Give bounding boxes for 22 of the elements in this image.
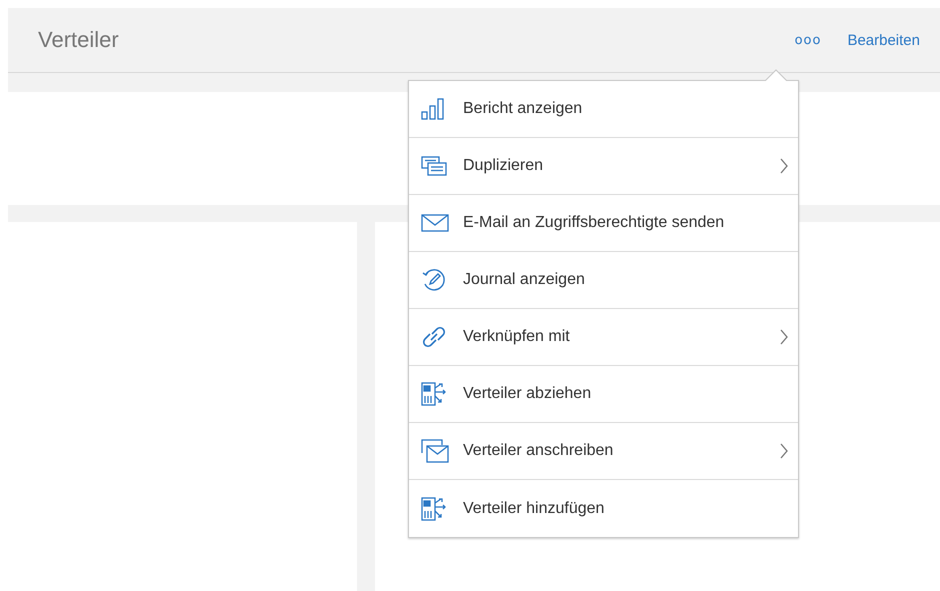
duplicate-icon — [421, 156, 447, 176]
edit-link[interactable]: Bearbeiten — [847, 32, 920, 48]
history-pencil-icon — [421, 267, 447, 293]
chevron-right-icon — [780, 158, 788, 174]
menu-item[interactable]: Verknüpfen mit — [409, 309, 798, 366]
chevron-right-icon — [780, 443, 788, 459]
chevron-right-icon — [780, 329, 788, 345]
bar-chart-icon — [421, 98, 445, 120]
menu-item[interactable]: E-Mail an Zugriffsberechtigte senden — [409, 195, 798, 252]
menu-item[interactable]: Verteiler anschreiben — [409, 423, 798, 480]
menu-item[interactable]: Verteiler abziehen — [409, 366, 798, 423]
link-icon — [421, 325, 447, 349]
envelopes-icon — [421, 439, 449, 463]
more-button[interactable]: ooo — [794, 32, 822, 48]
menu-item[interactable]: Journal anzeigen — [409, 252, 798, 309]
distribution-icon — [421, 496, 447, 520]
page-title: Verteiler — [38, 27, 119, 53]
menu-item[interactable]: Verteiler hinzufügen — [409, 480, 798, 537]
menu-item[interactable]: Bericht anzeigen — [409, 81, 798, 138]
menu-item[interactable]: Duplizieren — [409, 138, 798, 195]
distribution-icon — [421, 382, 447, 406]
envelope-icon — [421, 214, 449, 232]
